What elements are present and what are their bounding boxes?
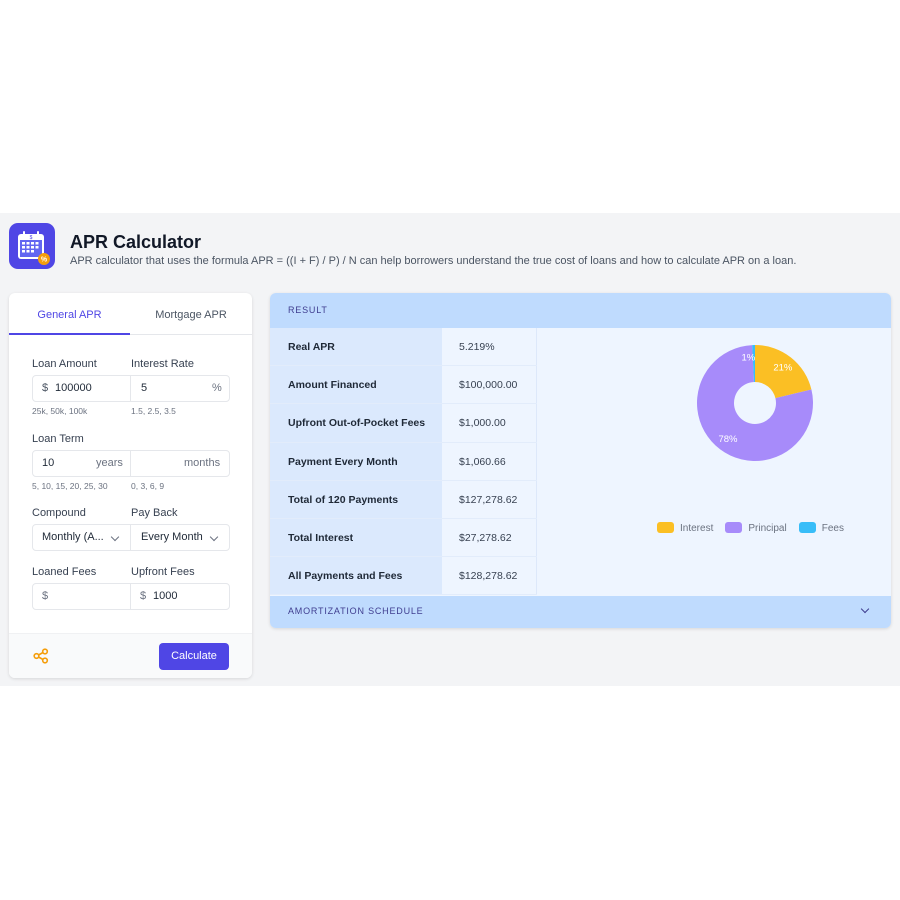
result-row-label: Total Interest	[270, 518, 442, 557]
chevron-down-icon	[860, 604, 870, 614]
amortization-label: AMORTIZATION SCHEDULE	[288, 606, 424, 616]
result-row-value: $100,000.00	[442, 366, 537, 404]
svg-text:%: %	[41, 257, 48, 264]
calculate-button[interactable]: Calculate	[159, 643, 229, 670]
page-subtitle: APR calculator that uses the formula APR…	[70, 255, 797, 267]
legend-item-principal[interactable]: Principal	[725, 522, 787, 534]
loan-term-years-input[interactable]: 10 years	[33, 451, 131, 476]
result-row-label: Real APR	[270, 328, 442, 366]
share-icon[interactable]	[33, 648, 49, 669]
result-row: All Payments and Fees $128,278.62	[270, 557, 537, 596]
loan-term-years-hint: 5, 10, 15, 20, 25, 30	[32, 481, 108, 491]
page-title: APR Calculator	[70, 232, 202, 252]
donut-label-fees: 1%	[742, 352, 756, 363]
donut-chart: 21% 78% 1%	[697, 345, 813, 461]
chart-legend: Interest Principal Fees	[657, 522, 856, 538]
interest-rate-value: 5	[141, 382, 148, 394]
loan-term-months-input[interactable]: months	[131, 451, 229, 476]
legend-swatch	[657, 522, 674, 533]
compound-payback-group: Monthly (A... Every Month	[32, 524, 230, 551]
loan-term-years-value: 10	[42, 457, 55, 469]
chevron-down-icon	[209, 532, 219, 542]
calendar-percent-icon: $ %	[18, 231, 50, 265]
legend-item-interest[interactable]: Interest	[657, 522, 713, 534]
loan-amount-rate-group: $ 100000 5 %	[32, 375, 230, 402]
pay-back-select[interactable]: Every Month	[131, 525, 229, 550]
compound-select[interactable]: Monthly (A...	[33, 525, 131, 550]
interest-rate-label: Interest Rate	[131, 358, 194, 370]
app-logo: $ %	[9, 223, 55, 269]
loan-term-label: Loan Term	[32, 433, 84, 445]
legend-item-fees[interactable]: Fees	[798, 522, 844, 534]
years-unit: years	[96, 457, 123, 469]
percent-suffix: %	[212, 382, 222, 394]
loaned-fees-input[interactable]: $	[33, 584, 131, 609]
tab-bar: General APR Mortgage APR	[9, 293, 252, 335]
result-row-label: Upfront Out-of-Pocket Fees	[270, 404, 442, 442]
result-row-label: All Payments and Fees	[270, 557, 442, 595]
loan-amount-label: Loan Amount	[32, 358, 97, 370]
result-row: Total Interest $27,278.62	[270, 518, 537, 558]
amortization-schedule-toggle[interactable]: AMORTIZATION SCHEDULE	[270, 596, 891, 628]
breakdown-chart: 21% 78% 1% Interest Principal Fees	[537, 328, 891, 596]
loan-amount-input[interactable]: $ 100000	[33, 376, 131, 401]
result-row-value: $1,000.00	[442, 404, 537, 442]
donut-label-interest: 21%	[773, 363, 793, 374]
result-row: Total of 120 Payments $127,278.62	[270, 480, 537, 519]
card-footer: Calculate	[9, 633, 252, 678]
result-row-value: $27,278.62	[442, 518, 537, 557]
loaned-fees-label: Loaned Fees	[32, 566, 97, 578]
tab-general-apr[interactable]: General APR	[9, 293, 130, 335]
pay-back-label: Pay Back	[131, 507, 178, 519]
result-row: Amount Financed $100,000.00	[270, 366, 537, 405]
chevron-down-icon	[110, 532, 120, 542]
dollar-prefix: $	[140, 590, 147, 602]
loan-term-months-hint: 0, 3, 6, 9	[131, 481, 165, 491]
result-table: Real APR 5.219% Amount Financed $100,000.00…	[270, 328, 537, 596]
legend-swatch	[798, 522, 816, 533]
upfront-fees-value: 1000	[153, 590, 178, 602]
result-row-label: Total of 120 Payments	[270, 480, 442, 518]
result-panel: RESULT Real APR 5.219% Amount Financed $100…	[270, 293, 891, 628]
upfront-fees-input[interactable]: $ 1000	[131, 584, 229, 609]
upfront-fees-label: Upfront Fees	[131, 566, 195, 578]
pay-back-value: Every Month	[141, 531, 203, 543]
page: $ % APR Calculator APR calculator that u…	[0, 213, 900, 686]
result-row-label: Payment Every Month	[270, 442, 442, 480]
donut-label-principal: 78%	[718, 434, 738, 445]
fees-group: $ $ 1000	[32, 583, 230, 610]
result-row-value: $1,060.66	[442, 442, 537, 480]
legend-label: Principal	[748, 523, 787, 534]
compound-label: Compound	[32, 507, 86, 519]
legend-label: Interest	[680, 523, 714, 534]
dollar-prefix: $	[42, 590, 49, 602]
dollar-prefix: $	[42, 382, 49, 394]
months-unit: months	[184, 457, 221, 469]
legend-label: Fees	[821, 523, 844, 534]
result-row: Upfront Out-of-Pocket Fees $1,000.00	[270, 404, 537, 443]
result-row-value: 5.219%	[442, 328, 537, 366]
legend-swatch	[725, 522, 743, 533]
compound-value: Monthly (A...	[42, 531, 104, 543]
svg-text:$: $	[30, 235, 33, 241]
result-header: RESULT	[270, 293, 891, 328]
interest-rate-input[interactable]: 5 %	[131, 376, 229, 401]
result-row-label: Amount Financed	[270, 366, 442, 404]
result-row: Payment Every Month $1,060.66	[270, 442, 537, 481]
result-row-value: $128,278.62	[442, 557, 537, 595]
result-row-value: $127,278.62	[442, 480, 537, 518]
result-row: Real APR 5.219%	[270, 328, 537, 367]
interest-rate-hint: 1.5, 2.5, 3.5	[131, 406, 176, 416]
tab-mortgage-apr[interactable]: Mortgage APR	[130, 293, 252, 335]
loan-term-group: 10 years months	[32, 450, 230, 477]
calculator-form-card: General APR Mortgage APR Loan Amount Int…	[9, 293, 252, 678]
loan-amount-value: 100000	[55, 382, 92, 394]
result-heading: RESULT	[288, 305, 328, 315]
loan-amount-hint: 25k, 50k, 100k	[32, 406, 88, 416]
